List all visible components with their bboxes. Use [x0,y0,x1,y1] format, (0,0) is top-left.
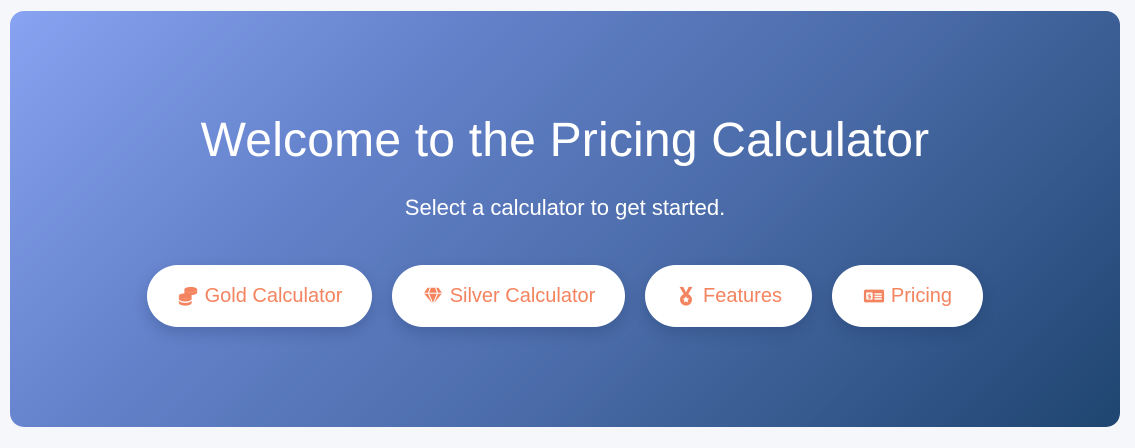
features-button[interactable]: Features [645,265,812,327]
silver-calculator-button[interactable]: Silver Calculator [392,265,625,327]
silver-calculator-label: Silver Calculator [449,284,596,307]
svg-text:$: $ [867,292,872,300]
money-bill-icon: $ [863,285,885,307]
gold-calculator-button[interactable]: Gold Calculator [147,265,372,327]
gem-icon [422,285,444,307]
medal-icon [675,285,697,307]
page-title: Welcome to the Pricing Calculator [200,114,930,167]
pricing-label: Pricing [890,284,953,307]
coins-icon [177,285,199,307]
gold-calculator-label: Gold Calculator [204,284,343,307]
pricing-button[interactable]: $ Pricing [832,265,983,327]
calculator-button-row: Gold Calculator Silver Calculator Featur… [10,265,1120,327]
features-label: Features [703,284,782,307]
page-subtitle: Select a calculator to get started. [404,195,726,220]
hero-banner: Welcome to the Pricing Calculator Select… [10,11,1120,427]
